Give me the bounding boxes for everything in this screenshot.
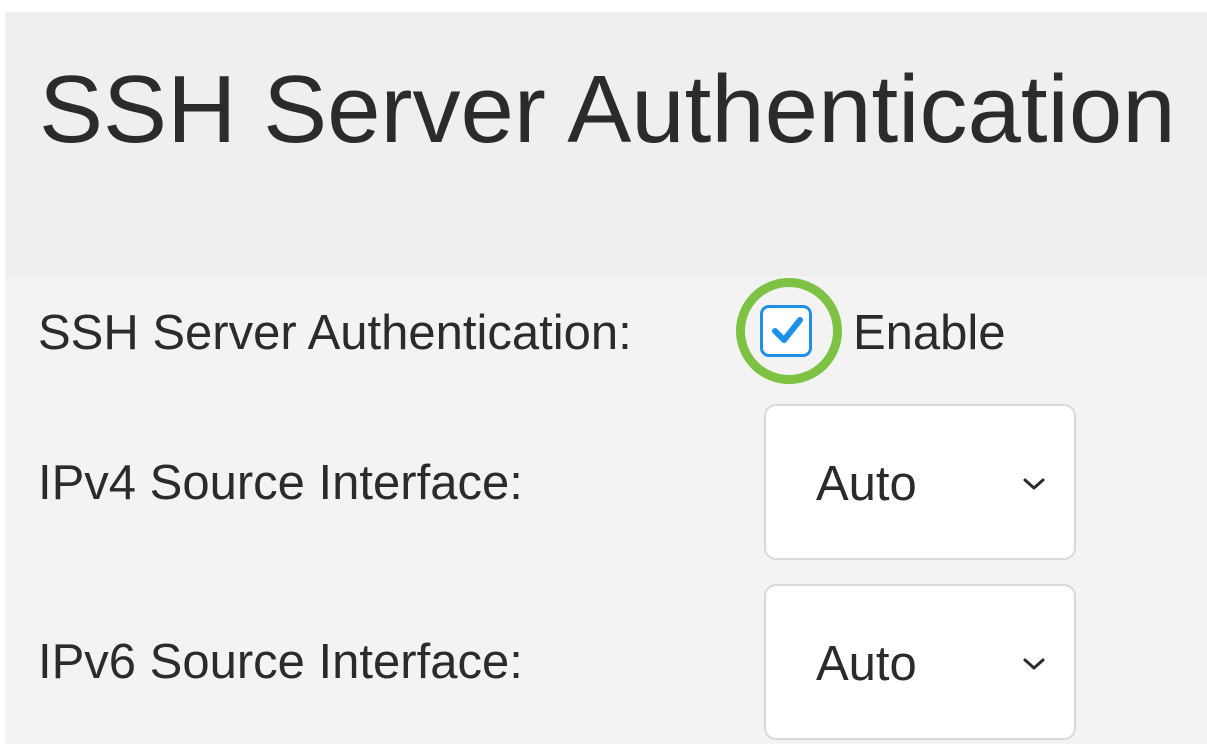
- chevron-down-icon: [1023, 478, 1045, 490]
- page-title: SSH Server Authentication: [39, 56, 1176, 163]
- ipv4-source-interface-select[interactable]: Auto: [764, 404, 1076, 560]
- chevron-down-icon: [1023, 658, 1045, 670]
- page-header: SSH Server Authentication: [5, 12, 1207, 276]
- ipv6-source-interface-label: IPv6 Source Interface:: [38, 635, 523, 689]
- ipv4-source-interface-label: IPv4 Source Interface:: [38, 456, 523, 510]
- enable-label[interactable]: Enable: [853, 309, 1006, 358]
- ipv4-selected-value: Auto: [816, 457, 917, 511]
- ssh-auth-enable-checkbox[interactable]: [760, 305, 812, 357]
- ipv6-selected-value: Auto: [816, 637, 917, 691]
- ipv6-source-interface-select[interactable]: Auto: [764, 584, 1076, 740]
- checkmark-icon: [772, 317, 803, 343]
- ssh-settings-form: SSH Server Authentication: Enable IPv4 S…: [5, 276, 1207, 744]
- ssh-auth-label: SSH Server Authentication:: [38, 306, 632, 360]
